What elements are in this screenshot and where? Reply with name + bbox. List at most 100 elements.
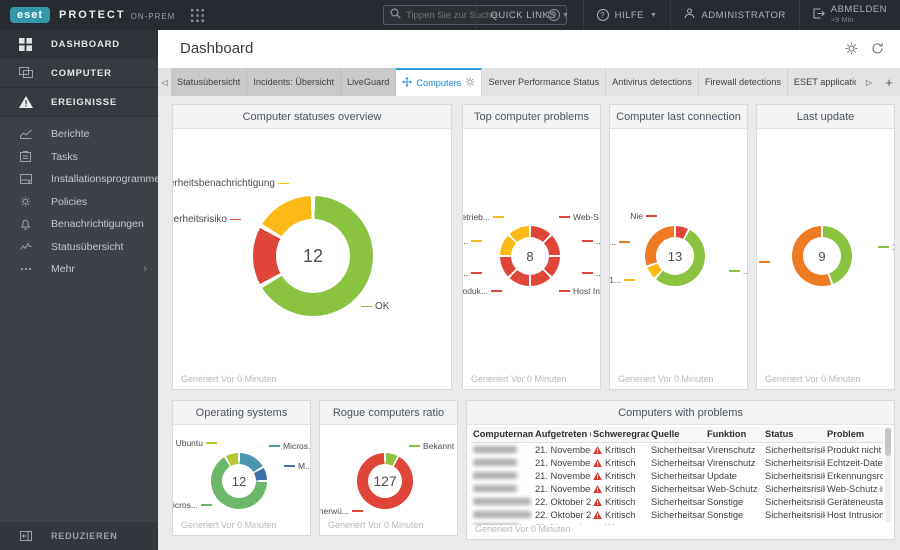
sidebar-item-computer[interactable]: COMPUTER [0, 59, 158, 88]
tab-status-bersicht[interactable]: Statusübersicht [171, 68, 248, 96]
column-header-funktion[interactable]: Funktion [705, 427, 763, 443]
sidebar-item-installationsprogramme[interactable]: Installationsprogramme [0, 168, 161, 191]
donut-chart[interactable]: 12 [211, 453, 267, 509]
generated-timestamp: Generiert Vor 0 Minuten [181, 520, 277, 530]
quick-links-menu[interactable]: QUICK LINKS ▼ [476, 0, 582, 30]
label-leader-line [729, 270, 740, 272]
panel-rogue-computers-ratio: Rogue computers ratio 127 Bekannt Unerwü..… [319, 400, 458, 536]
table-row[interactable]: 21. November ...Kritisch Sicherheitsanw..… [471, 443, 883, 457]
sidebar-item-benachrichtigungen[interactable]: Benachrichtigungen [0, 213, 158, 236]
logout-button[interactable]: ABMELDEN >9 Min [798, 0, 900, 30]
dashboard-settings-icon[interactable] [845, 42, 858, 60]
column-header-quelle[interactable]: Quelle [649, 427, 705, 443]
severity-critical-icon [593, 484, 602, 493]
help-menu[interactable]: ? HILFE ▼ [582, 0, 671, 30]
sidebar-item-label: Installationsprogramme [51, 173, 161, 186]
tab-label: LiveGuard [347, 77, 390, 87]
sidebar-item-status-bersicht[interactable]: Statusübersicht [0, 236, 158, 259]
quelle-cell: Sicherheitsanw... [651, 496, 705, 507]
table-row[interactable]: 21. November ...Kritisch Sicherheitsanw..… [471, 469, 883, 482]
slice-label: ... [463, 236, 482, 246]
label-leader-line [206, 442, 217, 444]
label-leader-line [559, 290, 570, 292]
sidebar-item-dashboard[interactable]: DASHBOARD [0, 30, 158, 59]
scrollbar-thumb[interactable] [885, 428, 891, 456]
sidebar-item-tasks[interactable]: Tasks [0, 146, 158, 169]
collapse-icon [17, 531, 34, 541]
donut-chart[interactable]: 8 [500, 226, 560, 286]
slice-label: Micros... [173, 500, 212, 510]
table-row[interactable]: 22. Oktober 20...Kritisch Sicherheitsanw.… [471, 495, 883, 508]
severity-critical-icon [593, 471, 602, 480]
sidebar-item-ereignisse[interactable]: EREIGNISSE [0, 88, 158, 117]
generated-timestamp: Generiert Vor 0 Minuten [618, 374, 714, 384]
donut-chart[interactable]: 9 [792, 226, 852, 286]
donut-chart[interactable]: 12 [253, 196, 373, 316]
add-dashboard-button[interactable]: + [878, 75, 900, 90]
column-header-computername[interactable]: Computername [471, 427, 533, 443]
tab-label: Server Performance Status [488, 77, 600, 87]
column-header-problem[interactable]: Problem [825, 427, 883, 443]
donut-chart[interactable]: 127 [357, 453, 413, 509]
table-row[interactable]: 22. Oktober 20...Kritisch Sicherheitsanw.… [471, 508, 883, 521]
donut-chart-area: 12 Ubuntu Micros... M... Micros... [173, 425, 310, 535]
donut-chart-area: 13 Nie... 1...... [610, 129, 747, 389]
computer-name-redacted [473, 446, 517, 453]
apps-grid-icon[interactable] [191, 8, 205, 22]
sidebar-item-policies[interactable]: Policies [0, 191, 158, 214]
funktion-cell: Sonstige [707, 509, 744, 520]
status-cell: Sicherheitsrisiko [765, 509, 825, 520]
occurred-at: 21. November ... [535, 483, 591, 494]
tasks-icon [17, 151, 34, 163]
refresh-icon[interactable] [871, 42, 884, 60]
column-header-schweregrad[interactable]: Schweregrad [591, 427, 649, 443]
panel-computers-with-problems: Computers with problems ComputernameAufg… [466, 400, 895, 540]
tab-scroll-right-button[interactable]: ▷ [860, 78, 878, 87]
column-header-status[interactable]: Status [763, 427, 825, 443]
label-leader-line [201, 504, 212, 506]
tab-settings-icon[interactable] [465, 77, 475, 89]
tab-firewall-detections[interactable]: Firewall detections [698, 68, 788, 96]
sidebar-item-berichte[interactable]: Berichte [0, 123, 158, 146]
sidebar-items-top: DASHBOARD COMPUTER EREIGNISSE [0, 30, 158, 117]
slice-label: ... [610, 237, 630, 247]
status-cell: Sicherheitsrisiko [765, 470, 825, 481]
slice-label: > [757, 257, 770, 267]
panel-operating-systems: Operating systems 12 Ubuntu Micros... M... M… [172, 400, 311, 536]
page-header: Dashboard [158, 30, 900, 68]
slice-label: Bekannt [409, 441, 454, 451]
panel-title: Operating systems [173, 401, 310, 425]
funktion-cell: Sonstige [707, 496, 744, 507]
computer-icon [17, 67, 34, 79]
slice-label: 1... [610, 275, 635, 285]
label-leader-line [269, 445, 280, 447]
collapse-sidebar-button[interactable]: REDUZIEREN [0, 522, 158, 550]
tab-server-performance-status[interactable]: Server Performance Status [482, 68, 607, 96]
slice-label: Web-S... [559, 212, 600, 222]
sidebar-item-mehr[interactable]: Mehr › [0, 258, 158, 281]
tab-liveguard[interactable]: LiveGuard [341, 68, 397, 96]
table-row[interactable]: 21. November ...Kritisch Sicherheitsanw..… [471, 456, 883, 469]
sidebar-item-label: DASHBOARD [51, 38, 120, 50]
table-row[interactable]: 21. November ...Kritisch Sicherheitsanw..… [471, 482, 883, 495]
donut-chart[interactable]: 13 [645, 226, 705, 286]
tab-computers[interactable]: Computers [396, 68, 483, 96]
occurred-at: 21. November ... [535, 444, 591, 455]
page-title: Dashboard [180, 40, 254, 57]
computer-name-redacted [473, 511, 531, 518]
sidebar-item-label: Statusübersicht [51, 240, 124, 253]
status-cell: Sicherheitsrisiko [765, 457, 825, 468]
slice-label: Betrieb... [463, 212, 504, 222]
problem-cell: Host Intrusion ... [827, 509, 883, 520]
tab-scroll-left-button[interactable]: ◁ [158, 68, 171, 96]
user-menu[interactable]: ADMINISTRATOR [670, 0, 798, 30]
column-header-aufgetreten-um[interactable]: Aufgetreten um [533, 427, 591, 443]
tab-antivirus-detections[interactable]: Antivirus detections [606, 68, 699, 96]
tab-incidents-bersicht[interactable]: Incidents: Übersicht [247, 68, 342, 96]
dashboard-icon [17, 37, 34, 51]
table-scrollbar[interactable] [885, 427, 891, 523]
label-leader-line [582, 272, 593, 274]
label-leader-line [493, 216, 504, 218]
tab-eset-applications[interactable]: ESET applications [787, 68, 856, 96]
search-icon [390, 6, 401, 24]
